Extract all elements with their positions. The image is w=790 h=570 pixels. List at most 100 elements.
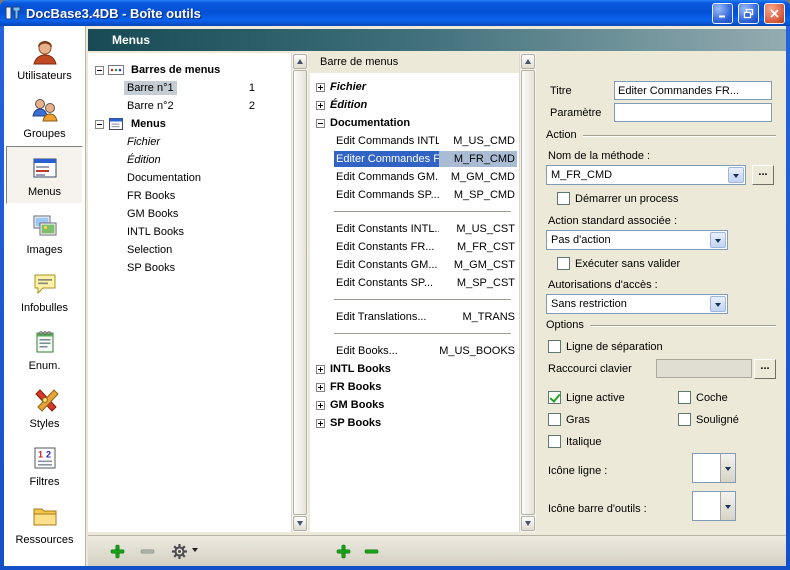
sidebar-item-styles[interactable]: Styles	[6, 378, 83, 436]
sidebar-item-utilisateurs[interactable]: Utilisateurs	[6, 30, 83, 88]
menu-entry[interactable]: Edit Translations...M_TRANS	[310, 308, 519, 326]
souligne-checkbox[interactable]: Souligné	[678, 413, 739, 426]
italique-checkbox[interactable]: Italique	[548, 435, 601, 448]
expand-icon[interactable]	[316, 365, 325, 374]
icone-ligne-picker[interactable]	[692, 453, 736, 483]
scroll-thumb[interactable]	[293, 70, 307, 515]
menu-entry[interactable]: Edit Constants SP...M_SP_CST	[310, 274, 519, 292]
minimize-button[interactable]	[712, 3, 733, 24]
action-standard-combobox[interactable]: Pas d'action	[546, 230, 728, 250]
sidebar-item-label: Utilisateurs	[17, 70, 71, 82]
add-menu-item-button[interactable]	[332, 540, 354, 562]
scroll-thumb[interactable]	[521, 70, 535, 515]
menu-node-sp-books[interactable]: SP Books	[310, 414, 519, 432]
remove-menu-item-button[interactable]	[360, 540, 382, 562]
picker-dropdown-icon[interactable]	[720, 492, 735, 520]
menu-entry[interactable]: Edit Commands SP...M_SP_CMD	[310, 186, 519, 204]
menu-entry[interactable]: Edit Commands GM...M_GM_CMD	[310, 168, 519, 186]
tree-item-sp-books[interactable]: SP Books	[88, 259, 291, 277]
tree-item-barre1[interactable]: Barre n°1 1	[88, 79, 291, 97]
ligne-active-checkbox[interactable]: Ligne active	[548, 391, 625, 404]
category-sidebar: Utilisateurs Groupes Menus Images	[4, 26, 86, 566]
menu-node-gm-books[interactable]: GM Books	[310, 396, 519, 414]
checkbox-box[interactable]	[678, 413, 691, 426]
settings-gear-button[interactable]	[168, 540, 190, 562]
sidebar-item-ressources[interactable]: Ressources	[6, 494, 83, 552]
menu-node-fr-books[interactable]: FR Books	[310, 378, 519, 396]
expand-icon[interactable]	[316, 101, 325, 110]
scroll-down-button[interactable]	[293, 516, 307, 531]
menu-separator	[310, 204, 519, 220]
menu-entry[interactable]: Edit Constants FR...M_FR_CST	[310, 238, 519, 256]
menu-node-fichier[interactable]: Fichier	[310, 78, 519, 96]
expand-icon[interactable]	[316, 419, 325, 428]
scroll-down-button[interactable]	[521, 516, 535, 531]
tree-item-edition[interactable]: Édition	[88, 151, 291, 169]
tree-node-menus[interactable]: Menus	[88, 115, 291, 133]
menu-entry[interactable]: Edit Constants INTL...M_US_CST	[310, 220, 519, 238]
menu-node-edition[interactable]: Édition	[310, 96, 519, 114]
expand-icon[interactable]	[316, 401, 325, 410]
sidebar-item-filtres[interactable]: 12 Filtres	[6, 436, 83, 494]
settings-dropdown-icon[interactable]	[192, 548, 198, 555]
combo-dropdown-icon[interactable]	[710, 232, 726, 248]
executer-sans-valider-checkbox[interactable]: Exécuter sans valider	[557, 257, 680, 270]
combo-dropdown-icon[interactable]	[728, 167, 744, 183]
raccourci-input[interactable]	[656, 359, 752, 378]
titre-input[interactable]	[614, 81, 772, 100]
scroll-up-button[interactable]	[293, 54, 307, 69]
autorisations-combobox[interactable]: Sans restriction	[546, 294, 728, 314]
menu-node-intl-books[interactable]: INTL Books	[310, 360, 519, 378]
close-button[interactable]	[764, 3, 785, 24]
icone-barre-picker[interactable]	[692, 491, 736, 521]
checkbox-box-checked[interactable]	[548, 391, 561, 404]
menu-entry[interactable]: Edit Commands INTL...M_US_CMD	[310, 132, 519, 150]
tree-scrollbar[interactable]	[291, 53, 308, 532]
menu-scrollbar[interactable]	[519, 53, 536, 532]
sidebar-item-images[interactable]: Images	[6, 204, 83, 262]
methode-browse-button[interactable]: ...	[752, 165, 774, 185]
menu-node-documentation[interactable]: Documentation	[310, 114, 519, 132]
sidebar-item-enum[interactable]: Enum.	[6, 320, 83, 378]
menu-entry[interactable]: Edit Constants GM...M_GM_CST	[310, 256, 519, 274]
checkbox-box[interactable]	[548, 435, 561, 448]
menu-entry-selected[interactable]: Editer Commandes FR...M_FR_CMD	[310, 150, 519, 168]
restore-button[interactable]	[738, 3, 759, 24]
tree-item-gm-books[interactable]: GM Books	[88, 205, 291, 223]
tree-item-selection[interactable]: Selection	[88, 241, 291, 259]
tree-item-fichier[interactable]: Fichier	[88, 133, 291, 151]
combo-dropdown-icon[interactable]	[710, 296, 726, 312]
sidebar-item-groupes[interactable]: Groupes	[6, 88, 83, 146]
checkbox-box[interactable]	[548, 413, 561, 426]
tree-item-intl-books[interactable]: INTL Books	[88, 223, 291, 241]
remove-menubar-button[interactable]	[136, 540, 158, 562]
picker-dropdown-icon[interactable]	[720, 454, 735, 482]
expand-icon[interactable]	[316, 83, 325, 92]
ligne-separation-checkbox[interactable]: Ligne de séparation	[548, 340, 663, 353]
app-window: DocBase3.4DB - Boîte outils Utilisateurs	[0, 0, 790, 570]
collapse-icon[interactable]	[316, 119, 325, 128]
tree-item-documentation[interactable]: Documentation	[88, 169, 291, 187]
checkbox-box[interactable]	[678, 391, 691, 404]
demarrer-process-checkbox[interactable]: Démarrer un process	[557, 192, 678, 205]
titre-label: Titre	[550, 85, 572, 97]
tree-item-barre2[interactable]: Barre n°2 2	[88, 97, 291, 115]
gras-checkbox[interactable]: Gras	[548, 413, 590, 426]
sidebar-item-infobulles[interactable]: Infobulles	[6, 262, 83, 320]
collapse-icon[interactable]	[95, 66, 104, 75]
parametre-input[interactable]	[614, 103, 772, 122]
methode-combobox[interactable]: M_FR_CMD	[546, 165, 746, 185]
tree-item-fr-books[interactable]: FR Books	[88, 187, 291, 205]
add-menubar-button[interactable]	[106, 540, 128, 562]
menu-entry[interactable]: Edit Books...M_US_BOOKS	[310, 342, 519, 360]
checkbox-box[interactable]	[557, 192, 570, 205]
sidebar-item-menus[interactable]: Menus	[6, 146, 83, 204]
coche-checkbox[interactable]: Coche	[678, 391, 728, 404]
checkbox-box[interactable]	[557, 257, 570, 270]
checkbox-box[interactable]	[548, 340, 561, 353]
scroll-up-button[interactable]	[521, 54, 535, 69]
raccourci-browse-button[interactable]: ...	[754, 359, 776, 379]
collapse-icon[interactable]	[95, 120, 104, 129]
tree-node-menubars[interactable]: Barres de menus	[88, 61, 291, 79]
expand-icon[interactable]	[316, 383, 325, 392]
